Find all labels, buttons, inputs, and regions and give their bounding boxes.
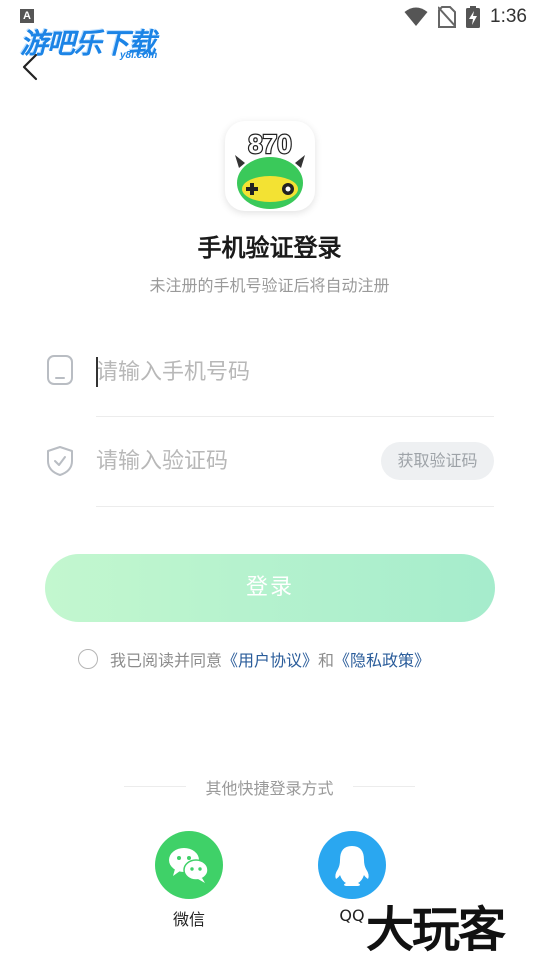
qq-icon	[335, 846, 369, 886]
clock: 1:36	[490, 6, 527, 27]
back-button[interactable]	[16, 50, 46, 84]
qq-login-button[interactable]	[318, 831, 386, 899]
page-title: 手机验证登录	[197, 234, 342, 262]
agreement-row: 我已阅读并同意 《用户协议》 和 《隐私政策》	[78, 647, 430, 671]
code-input[interactable]	[96, 431, 356, 491]
agreement-prefix: 我已阅读并同意	[110, 651, 223, 670]
text-cursor	[96, 357, 98, 387]
other-login-section: 其他快捷登录方式	[0, 775, 539, 799]
shield-icon	[47, 446, 73, 476]
wechat-login-button[interactable]	[155, 831, 223, 899]
phone-icon	[47, 355, 73, 385]
notification-badge: A	[20, 9, 34, 23]
corner-watermark: 大玩客	[366, 902, 506, 958]
phone-divider	[96, 416, 494, 417]
divider-right	[353, 786, 415, 787]
get-code-button[interactable]: 获取验证码	[381, 442, 494, 480]
code-divider	[96, 506, 494, 507]
privacy-policy-link[interactable]: 《隐私政策》	[334, 647, 430, 671]
frog-mascot-icon: 870	[235, 128, 305, 209]
agreement-and: 和	[318, 651, 335, 670]
user-agreement-link[interactable]: 《用户协议》	[222, 647, 318, 671]
page-subtitle: 未注册的手机号验证后将自动注册	[149, 276, 390, 295]
watermark-sub: y8l.com	[120, 50, 158, 61]
status-icons: 1:36	[404, 5, 527, 29]
phone-row	[44, 342, 494, 432]
wechat-icon	[169, 848, 209, 883]
app-logo-text: 870	[248, 129, 291, 159]
code-row: 获取验证码	[44, 431, 494, 521]
other-login-label: 其他快捷登录方式	[205, 779, 334, 798]
chevron-left-icon	[22, 53, 38, 81]
wechat-label: 微信	[172, 910, 205, 929]
agree-checkbox[interactable]	[78, 649, 98, 669]
divider-left	[124, 786, 186, 787]
login-button[interactable]: 登录	[45, 554, 495, 622]
no-sim-icon	[438, 6, 457, 28]
phone-input[interactable]	[96, 342, 356, 402]
battery-charging-icon	[466, 6, 481, 28]
wifi-icon	[404, 7, 428, 26]
app-logo: 870	[225, 121, 315, 211]
